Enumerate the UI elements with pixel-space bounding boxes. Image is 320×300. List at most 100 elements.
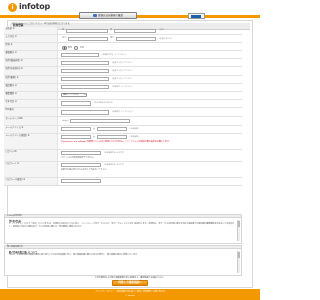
first-name-input[interactable] xyxy=(114,28,157,33)
address2-input[interactable] xyxy=(61,68,109,74)
first-kana-input[interactable] xyxy=(116,36,157,41)
login-id-label: ログインID xyxy=(4,149,58,161)
terms-scrollbar[interactable] xyxy=(236,220,240,241)
form-row-address2: 住所(市区町村) ※ (全角で入力して下さい) xyxy=(4,67,242,76)
email-label: メールアドレス ※ xyxy=(4,125,58,133)
login-id-hint: (半角英数字6〜20文字) xyxy=(103,152,124,155)
email-confirm-domain-input[interactable] xyxy=(96,135,127,140)
agree-confirm-button[interactable]: 同意して確認画面へ xyxy=(112,280,148,286)
url-label: ホームページURL xyxy=(4,117,58,125)
last-kana-sep: せい xyxy=(62,37,67,40)
form-row-address3: 住所(番地) ※ (全角で入力して下さい) xyxy=(4,75,242,84)
logo-icon: i xyxy=(8,2,17,12)
terms-text: 1. インフォトップ(以下「当社」といいます)は、本規約に定めるところに従い、イ… xyxy=(9,223,235,229)
zip-hint: (半角数字7桁 ハイフンなし) xyxy=(101,53,126,56)
email-at: @ xyxy=(92,127,95,130)
birthday-input[interactable] xyxy=(61,101,91,106)
email-local-input[interactable] xyxy=(61,127,91,132)
job-select[interactable]: 選択してください xyxy=(61,93,87,98)
kana-hint: (全角ひらがな) xyxy=(159,37,172,40)
tel-hint: (半角数字 ハイフンなし) xyxy=(111,86,133,89)
password-input[interactable] xyxy=(61,163,101,168)
password-confirm-label: パスワード(確認) ※ xyxy=(4,177,58,185)
url-prefix: http:// xyxy=(62,119,69,122)
zip-input[interactable] xyxy=(61,52,99,57)
registration-page: i infotop 新規登録 登録方法を動画で確認 下記のフォームにご記入下さい… xyxy=(0,0,260,300)
sex-female-radio[interactable] xyxy=(73,45,79,51)
form-row-password-confirm: パスワード(確認) ※ xyxy=(4,177,242,186)
email-confirm-at: @ xyxy=(92,135,95,138)
password-confirm-input[interactable] xyxy=(61,179,101,184)
form-row-password: パスワード ※ (半角英数字6〜20文字) 英数字を組み合わせた6文字以上で設定… xyxy=(4,161,242,178)
site-footer: プライバシーポリシー | 特定商取引法に基づく表記 | 利用規約 | お問い合わ… xyxy=(0,289,260,300)
url-input[interactable] xyxy=(70,118,131,124)
zip-label: 郵便番号 ※ xyxy=(4,51,58,59)
security-badge xyxy=(188,13,205,19)
sex-male-radio[interactable] xyxy=(62,45,67,51)
login-id-input[interactable] xyxy=(61,151,101,156)
password-hint: (半角英数字6〜20文字) xyxy=(103,164,124,167)
birthday-hint: (例:1980年01月01日) xyxy=(93,102,114,105)
email-hint: (半角英数) xyxy=(129,127,139,130)
form-row-zip: 郵便番号 ※ (半角数字7桁 ハイフンなし) xyxy=(4,51,242,60)
fax-hint: (半角数字 ハイフンなし) xyxy=(111,111,133,114)
address3-label: 住所(番地) ※ xyxy=(4,75,58,83)
terms-scroll-box[interactable]: 第1条(定義) 1. インフォトップ(以下「当社」といいます)は、本規約に定める… xyxy=(4,218,242,244)
first-kana-sep: めい xyxy=(110,37,115,40)
ssl-seal-icon xyxy=(191,15,201,18)
form-row-name: お名前 ※ 姓 名 (全角) xyxy=(4,27,242,36)
footer-links[interactable]: プライバシーポリシー | 特定商取引法に基づく表記 | 利用規約 | お問い合わ… xyxy=(0,291,260,294)
address3-hint: (全角で入力して下さい) xyxy=(111,77,133,80)
login-id-note: ログインIDは登録後変更できません。 xyxy=(61,156,96,159)
form-row-url: ホームページURL http:// xyxy=(4,117,242,126)
email-warning-note: ※@docomo, au, softbank の携帯アドレスはご登録いただけませ… xyxy=(61,140,171,143)
address2-hint: (全角で入力して下さい) xyxy=(111,69,133,72)
form-row-kana: ふりがな ※ せい めい (全角ひらがな) xyxy=(4,35,242,44)
password-label: パスワード ※ xyxy=(4,161,58,177)
site-logo[interactable]: i infotop xyxy=(8,2,50,12)
last-kana-input[interactable] xyxy=(68,36,109,41)
form-row-email: メールアドレス ※ @ (半角英数) xyxy=(4,125,242,134)
name-label: お名前 ※ xyxy=(4,27,58,35)
address1-label: 住所(都道府県) ※ xyxy=(4,59,58,67)
fax-input[interactable] xyxy=(61,110,109,115)
kana-label: ふりがな ※ xyxy=(4,35,58,43)
registration-form: お名前 ※ 姓 名 (全角) ふりがな ※ せい めい (全角ひらがな) 性別 … xyxy=(4,27,242,186)
address1-input[interactable] xyxy=(61,60,109,66)
sex-label: 性別 ※ xyxy=(4,43,58,51)
form-row-address1: 住所(都道府県) ※ (全角で入力して下さい) xyxy=(4,59,242,68)
form-row-job: 職業種別 ※ 選択してください xyxy=(4,91,242,100)
sex-female-label: 女性 xyxy=(79,46,84,49)
password-note: 英数字を組み合わせた6文字以上で設定して下さい。 xyxy=(61,168,109,171)
privacy-scrollbar[interactable] xyxy=(236,251,240,273)
tel-input[interactable] xyxy=(61,85,109,90)
birthday-label: 生年月日 ※ xyxy=(4,99,58,107)
form-row-email-confirm: メールアドレス(確認) ※ @ (半角英数) ※@docomo, au, sof… xyxy=(4,133,242,150)
job-label: 職業種別 ※ xyxy=(4,91,58,99)
fax-label: FAX番号 xyxy=(4,107,58,117)
sex-male-label: 男性 xyxy=(67,46,73,49)
email-domain-input[interactable] xyxy=(96,127,127,132)
form-row-tel: 電話番号 ※ (半角数字 ハイフンなし) xyxy=(4,83,242,92)
form-row-login-id: ログインID (半角英数字6〜20文字) ログインIDは登録後変更できません。 xyxy=(4,149,242,162)
email-confirm-hint: (半角英数) xyxy=(129,136,139,139)
email-confirm-label: メールアドレス(確認) ※ xyxy=(4,133,58,149)
video-icon xyxy=(92,14,97,17)
tel-label: 電話番号 ※ xyxy=(4,83,58,91)
form-row-fax: FAX番号 (半角数字 ハイフンなし) xyxy=(4,107,242,118)
form-notice: 下記のフォームにご記入下さい。※印は必須項目となります。 xyxy=(11,22,72,25)
form-row-sex: 性別 ※ 男性 女性 xyxy=(4,43,242,52)
video-guide-button[interactable]: 登録方法を動画で確認 xyxy=(79,12,137,19)
address2-label: 住所(市区町村) ※ xyxy=(4,67,58,75)
form-row-birthday: 生年月日 ※ (例:1980年01月01日) xyxy=(4,99,242,108)
first-name-sep: 名 xyxy=(110,29,113,32)
address1-hint: (全角で入力して下さい) xyxy=(111,61,133,64)
privacy-scroll-box[interactable]: 個人情報の取り扱いについて 当社は、お客様の個人情報を適切に取り扱うことを社会的… xyxy=(4,249,242,276)
last-name-input[interactable] xyxy=(66,28,109,33)
footer-copyright: © infotop xyxy=(125,294,135,297)
terms-section: infotop利用規約 第1条(定義) 1. インフォトップ(以下「当社」といい… xyxy=(4,214,242,276)
email-confirm-local-input[interactable] xyxy=(61,135,91,140)
logo-text: infotop xyxy=(19,2,51,11)
video-guide-label: 登録方法を動画で確認 xyxy=(97,13,123,17)
address3-input[interactable] xyxy=(61,77,109,82)
